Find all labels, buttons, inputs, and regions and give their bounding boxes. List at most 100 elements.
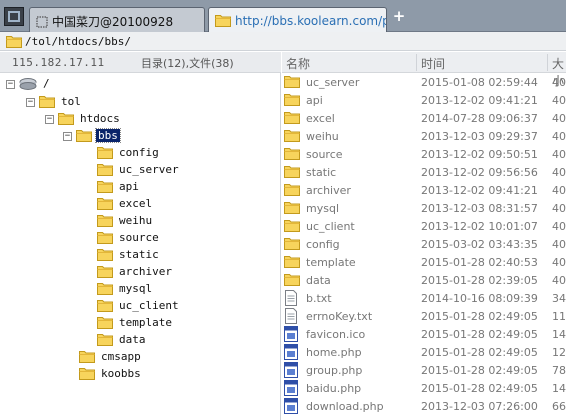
tree-node-data[interactable]: data [97,332,148,349]
file-name: favicon.ico [306,328,366,341]
file-time: 2013-12-03 08:31:57 [421,202,538,215]
tab-label: 中国菜刀@20100928 [52,15,174,29]
tree-node-cmsapp[interactable]: cmsapp [79,349,143,366]
binary-file-icon [284,398,298,417]
file-size: 409 [552,256,566,269]
tree-node-source[interactable]: source [97,230,161,247]
tree-node-excel[interactable]: excel [97,196,154,213]
file-time: 2013-12-03 07:26:00 [421,400,538,413]
file-size: 140 [552,328,566,341]
file-size: 409 [552,76,566,89]
file-name: uc_server [306,76,360,89]
file-row[interactable]: download.php 2013-12-03 07:26:00 660 [282,397,566,415]
file-time: 2014-07-28 09:06:37 [421,112,538,125]
tree-node-mysql[interactable]: mysql [97,281,154,298]
file-time: 2015-01-08 02:59:44 [421,76,538,89]
file-row[interactable]: errnoKey.txt 2015-01-28 02:49:05 118 [282,307,566,325]
column-divider[interactable] [416,54,417,71]
folder-row[interactable]: mysql 2013-12-03 08:31:57 409 [282,199,566,217]
folder-icon [284,236,300,253]
file-time: 2015-01-28 02:49:05 [421,346,538,359]
collapse-toggle[interactable]: − [6,80,15,89]
column-headers: 名称 时间 大小 [282,52,566,88]
folder-icon [97,162,113,179]
tree-node-template[interactable]: template [97,315,174,332]
file-size: 343 [552,292,566,305]
path-bar[interactable]: /tol/htdocs/bbs/ [0,32,566,51]
collapse-toggle[interactable]: − [45,115,54,124]
tree-node-weihu[interactable]: weihu [97,213,154,230]
file-size: 409 [552,94,566,107]
file-name: archiver [306,184,351,197]
folder-row[interactable]: api 2013-12-02 09:41:21 409 [282,91,566,109]
file-name: source [306,148,343,161]
folder-icon [39,94,55,111]
tree-node-uc-client[interactable]: uc_client [97,298,181,315]
tree-node-uc-server[interactable]: uc_server [97,162,181,179]
file-size: 118 [552,310,566,323]
folder-icon [58,111,74,128]
file-name: download.php [306,400,384,413]
file-time: 2015-01-28 02:39:05 [421,274,538,287]
tree-node-archiver[interactable]: archiver [97,264,174,281]
folder-row[interactable]: excel 2014-07-28 09:06:37 409 [282,109,566,127]
window-icon [8,11,20,22]
folder-row[interactable]: source 2013-12-02 09:50:51 409 [282,145,566,163]
file-size: 409 [552,184,566,197]
file-row[interactable]: b.txt 2014-10-16 08:09:39 343 [282,289,566,307]
folder-icon [97,145,113,162]
file-row[interactable]: baidu.php 2015-01-28 02:49:05 143 [282,379,566,397]
file-time: 2014-10-16 08:09:39 [421,292,538,305]
file-name: mysql [306,202,339,215]
folder-row[interactable]: data 2015-01-28 02:39:05 409 [282,271,566,289]
window-menu-button[interactable] [4,7,24,26]
file-time: 2015-01-28 02:40:53 [421,256,538,269]
tree-node-api[interactable]: api [97,179,141,196]
file-row[interactable]: group.php 2015-01-28 02:49:05 789 [282,361,566,379]
folder-icon [284,164,300,181]
tree-node-tol[interactable]: − tol [26,94,83,111]
file-row[interactable]: favicon.ico 2015-01-28 02:49:05 140 [282,325,566,343]
file-time: 2015-01-28 02:49:05 [421,328,538,341]
column-header-name[interactable]: 名称 [286,55,310,72]
tree-node-config[interactable]: config [97,145,161,162]
file-name: b.txt [306,292,332,305]
folder-row[interactable]: template 2015-01-28 02:40:53 409 [282,253,566,271]
file-name: weihu [306,130,339,143]
folder-icon [97,213,113,230]
tree-node-bbs[interactable]: − bbs [63,128,121,145]
file-row[interactable]: home.php 2015-01-28 02:49:05 124 [282,343,566,361]
file-name: baidu.php [306,382,362,395]
folder-row[interactable]: static 2013-12-02 09:56:56 409 [282,163,566,181]
file-size: 409 [552,274,566,287]
new-tab-button[interactable]: + [392,8,406,24]
tree-node-htdocs[interactable]: − htdocs [45,111,122,128]
column-header-time[interactable]: 时间 [421,55,445,72]
tree-node-root[interactable]: − / [6,77,52,94]
column-divider[interactable] [547,54,548,71]
folder-icon [284,110,300,127]
folder-row[interactable]: uc_client 2013-12-02 10:01:07 409 [282,217,566,235]
collapse-toggle[interactable]: − [26,98,35,107]
file-size: 409 [552,148,566,161]
file-size: 409 [552,202,566,215]
folder-icon [284,92,300,109]
tree-node-koobbs[interactable]: koobbs [79,366,143,383]
file-name: excel [306,112,335,125]
file-name: api [306,94,323,107]
folder-icon [284,218,300,235]
file-time: 2015-01-28 02:49:05 [421,364,538,377]
file-time: 2013-12-02 10:01:07 [421,220,538,233]
folder-row[interactable]: uc_server 2015-01-08 02:59:44 409 [282,73,566,91]
folder-icon [284,254,300,271]
tab-chinese-chopper[interactable]: 中国菜刀@20100928 [29,7,205,32]
folder-icon [97,179,113,196]
file-name: data [306,274,331,287]
path-input[interactable]: /tol/htdocs/bbs/ [25,35,131,48]
folder-row[interactable]: weihu 2013-12-03 09:29:37 409 [282,127,566,145]
collapse-toggle[interactable]: − [63,132,72,141]
tab-remote-url[interactable]: http://bbs.koolearn.com/plugi... [208,7,387,32]
tree-node-static[interactable]: static [97,247,161,264]
folder-row[interactable]: config 2015-03-02 03:43:35 409 [282,235,566,253]
folder-row[interactable]: archiver 2013-12-02 09:41:21 409 [282,181,566,199]
